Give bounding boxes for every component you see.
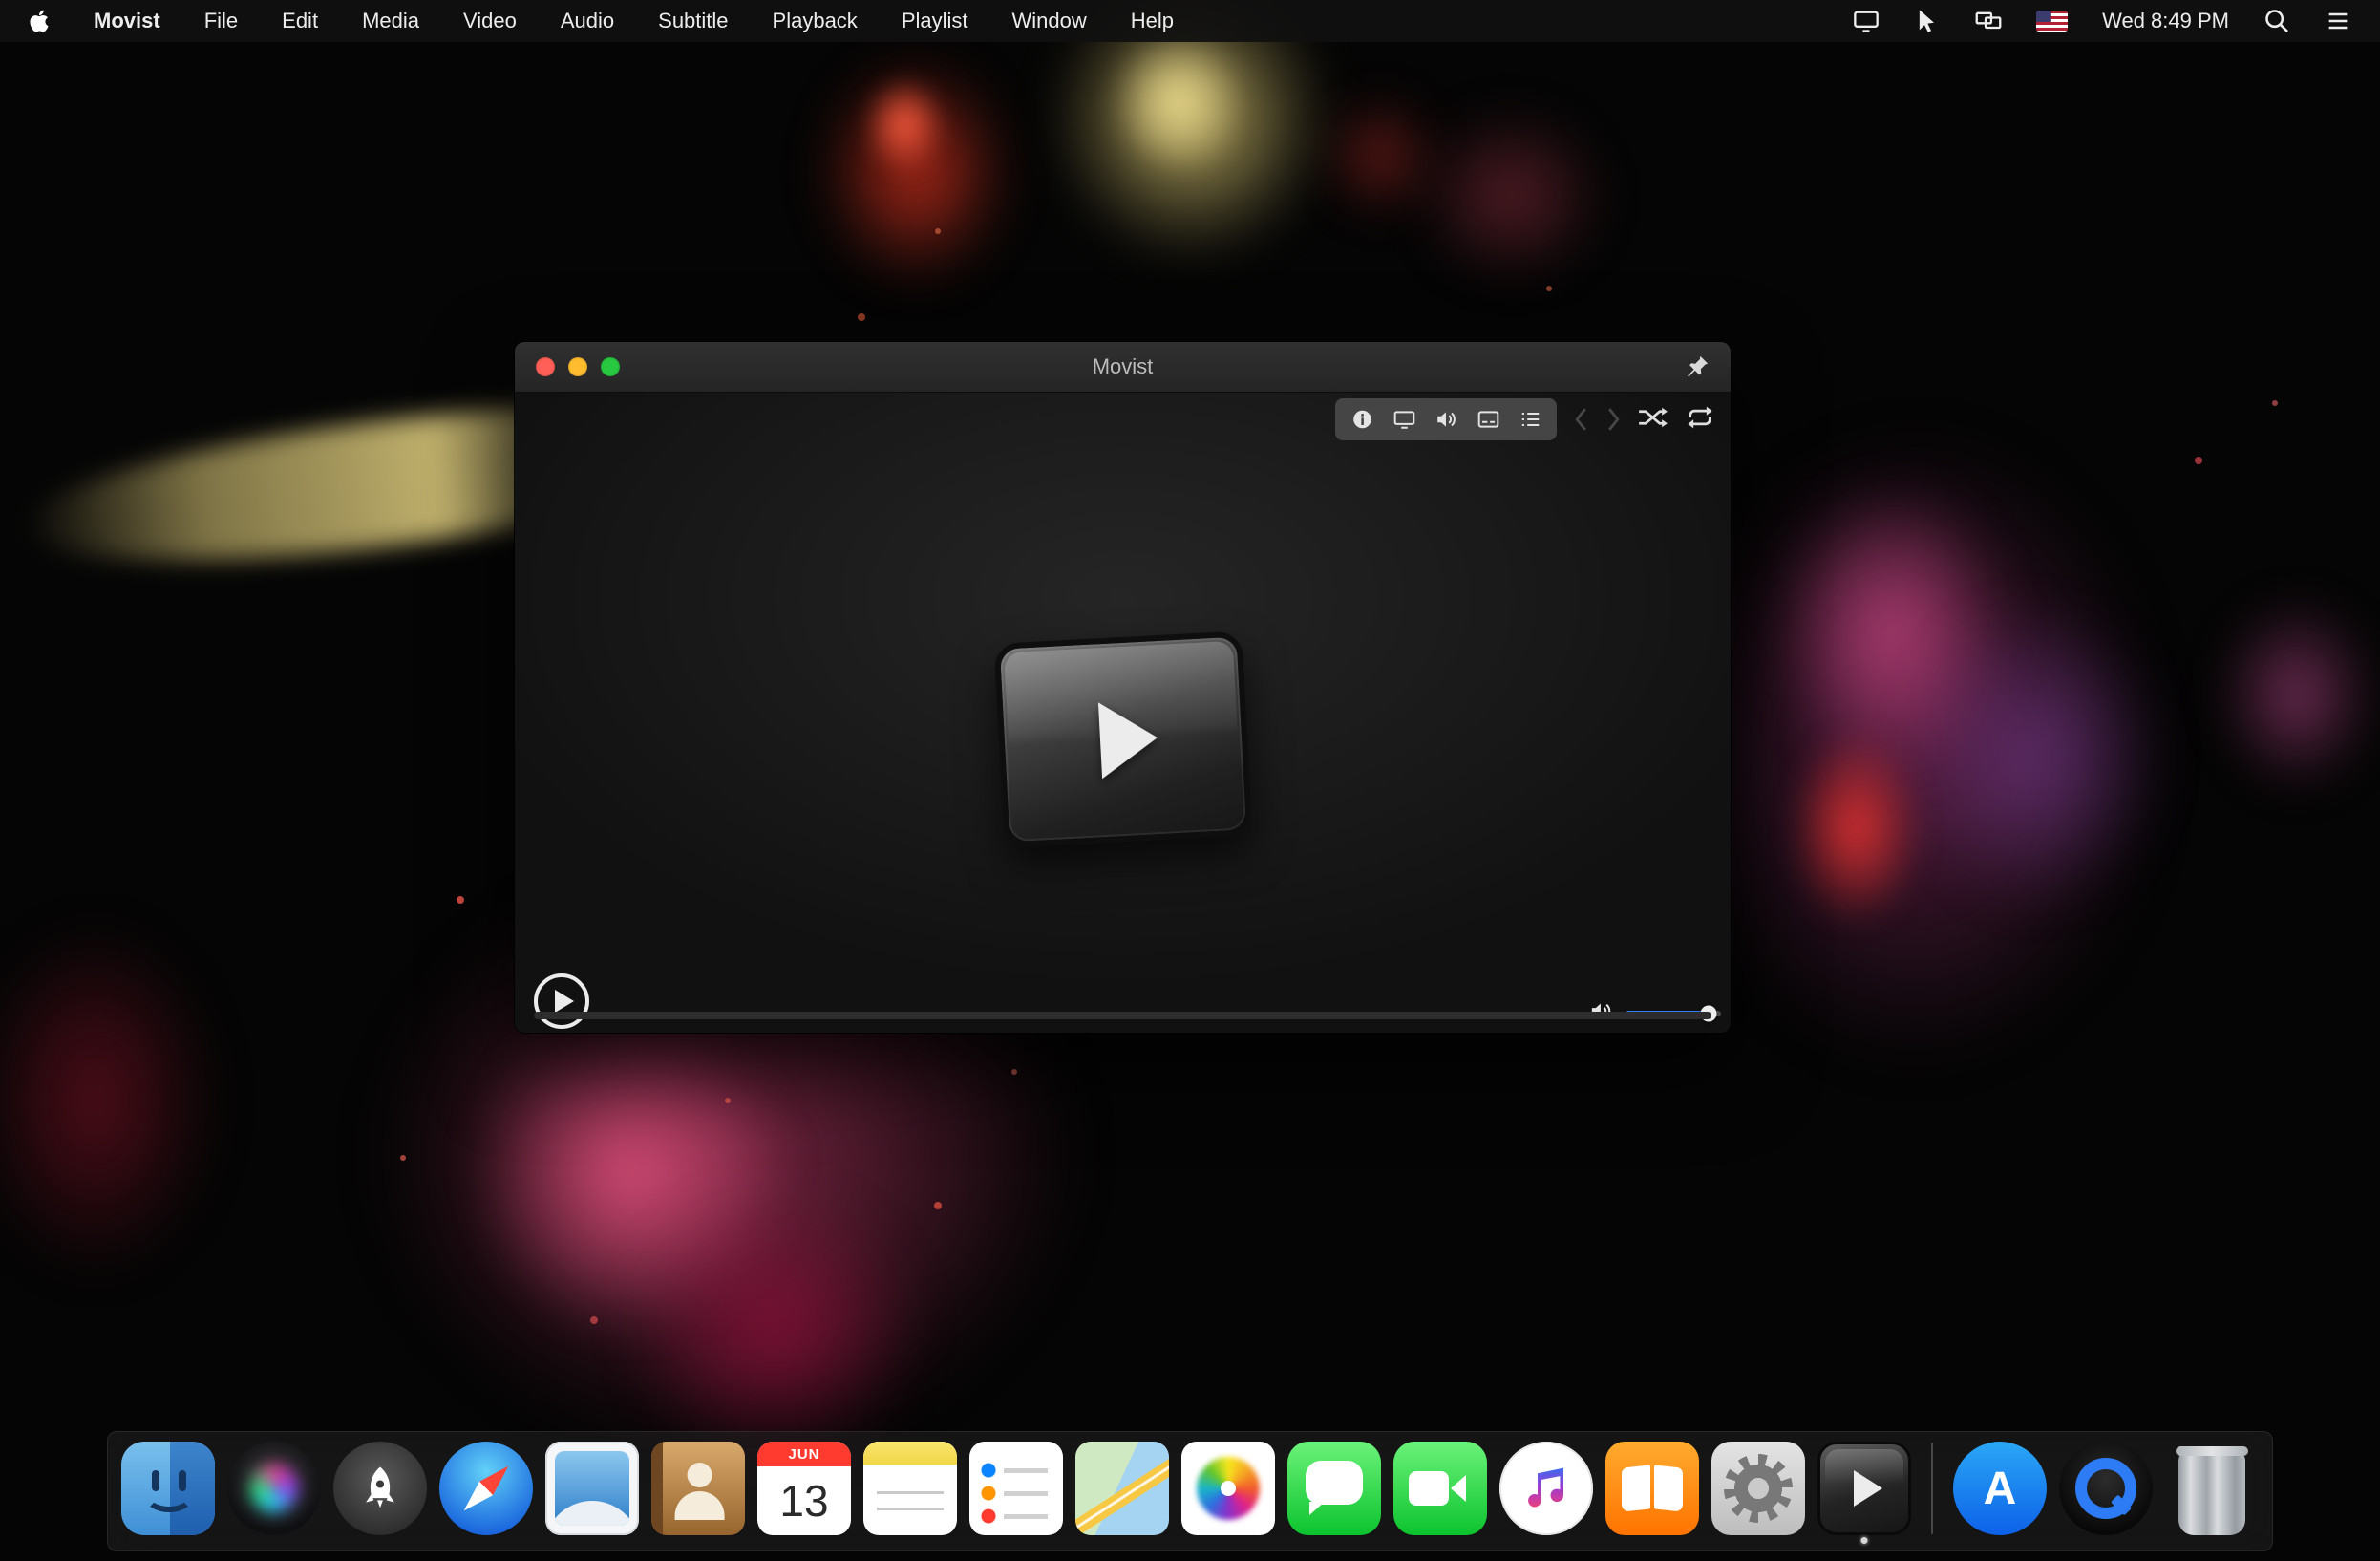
menu-window[interactable]: Window	[1012, 9, 1087, 33]
dock-facetime-icon[interactable]	[1393, 1442, 1487, 1535]
volume-icon[interactable]	[1428, 405, 1464, 434]
mail-stamp	[555, 1451, 629, 1526]
dock-separator	[1931, 1443, 1933, 1534]
dock-system-preferences-icon[interactable]	[1711, 1442, 1805, 1535]
screen-sharing-icon[interactable]	[1853, 8, 1880, 34]
menu-audio[interactable]: Audio	[561, 9, 614, 33]
gear-icon	[1724, 1454, 1793, 1523]
next-icon[interactable]	[1605, 407, 1622, 432]
spotlight-search-icon[interactable]	[2263, 8, 2290, 34]
dock-safari-icon[interactable]	[439, 1442, 533, 1535]
menu-media[interactable]: Media	[362, 9, 419, 33]
menu-bar-status-area: Wed 8:49 PM	[1853, 8, 2351, 34]
dock-finder-icon[interactable]	[121, 1442, 215, 1535]
dock-movist-icon[interactable]	[1817, 1442, 1911, 1544]
menu-video[interactable]: Video	[463, 9, 517, 33]
finder-face	[144, 1480, 194, 1512]
dock: JUN 13 A	[107, 1431, 2273, 1551]
shuffle-icon[interactable]	[1638, 406, 1668, 434]
app-store-letter: A	[1983, 1463, 2017, 1514]
previous-icon[interactable]	[1573, 407, 1589, 432]
quicktime-q-glyph	[2075, 1458, 2136, 1519]
menu-help[interactable]: Help	[1131, 9, 1174, 33]
dock-itunes-icon[interactable]	[1499, 1442, 1593, 1535]
rocket-icon	[366, 1466, 394, 1508]
pin-icon[interactable]	[1685, 354, 1710, 379]
play-triangle-icon	[554, 990, 574, 1013]
menu-app-name[interactable]: Movist	[94, 9, 160, 33]
running-indicator	[1860, 1537, 1868, 1544]
cursor-icon[interactable]	[1914, 8, 1941, 34]
notification-center-icon[interactable]	[2325, 8, 2351, 34]
movist-logo-placeholder	[993, 631, 1252, 848]
menu-subtitle[interactable]: Subtitle	[658, 9, 728, 33]
video-area[interactable]	[515, 393, 1731, 1033]
us-flag-icon[interactable]	[2036, 11, 2069, 32]
open-book-glyph	[1622, 1466, 1683, 1510]
dock-trash-icon[interactable]	[2165, 1442, 2259, 1535]
dock-photos-icon[interactable]	[1181, 1442, 1275, 1535]
dock-quicktime-icon[interactable]	[2059, 1442, 2153, 1535]
menu-playback[interactable]: Playback	[773, 9, 858, 33]
compass-needle	[457, 1460, 516, 1518]
info-icon[interactable]	[1344, 405, 1380, 434]
dock-calendar-icon[interactable]: JUN 13	[757, 1442, 851, 1535]
menu-file[interactable]: File	[204, 9, 238, 33]
play-button[interactable]	[534, 973, 589, 1029]
camera-glyph	[1409, 1471, 1466, 1506]
maps-road	[1075, 1453, 1169, 1535]
menu-edit[interactable]: Edit	[282, 9, 318, 33]
subtitle-icon[interactable]	[1470, 405, 1506, 434]
calendar-day: 13	[779, 1476, 829, 1526]
calendar-month: JUN	[757, 1442, 851, 1466]
music-note-icon	[1528, 1467, 1563, 1508]
apple-menu-icon[interactable]	[29, 9, 50, 33]
dock-messages-icon[interactable]	[1287, 1442, 1381, 1535]
contact-silhouette	[674, 1463, 725, 1520]
dock-siri-icon[interactable]	[227, 1442, 321, 1535]
display-icon[interactable]	[1386, 405, 1422, 434]
movist-window: Movist	[515, 342, 1731, 1033]
trash-bin	[2176, 1446, 2248, 1535]
playlist-icon[interactable]	[1512, 405, 1548, 434]
dock-app-store-icon[interactable]: A	[1953, 1442, 2047, 1535]
repeat-icon[interactable]	[1685, 406, 1715, 434]
speech-bubble	[1306, 1461, 1363, 1515]
dock-launchpad-icon[interactable]	[333, 1442, 427, 1535]
dock-contacts-icon[interactable]	[651, 1442, 745, 1535]
displays-icon[interactable]	[1975, 8, 2002, 34]
menu-bar: Movist File Edit Media Video Audio Subti…	[0, 0, 2380, 42]
hud-toolbar	[1335, 398, 1557, 440]
dock-reminders-icon[interactable]	[969, 1442, 1063, 1535]
dock-maps-icon[interactable]	[1075, 1442, 1169, 1535]
desktop[interactable]: Movist File Edit Media Video Audio Subti…	[0, 0, 2380, 1561]
play-glyph	[1097, 699, 1159, 780]
window-title: Movist	[1092, 354, 1154, 378]
dock-mail-icon[interactable]	[545, 1442, 639, 1535]
movist-play-glyph	[1854, 1470, 1882, 1507]
menu-bar-clock[interactable]: Wed 8:49 PM	[2102, 9, 2229, 33]
seek-bar[interactable]	[534, 1012, 1711, 1019]
menu-playlist[interactable]: Playlist	[902, 9, 968, 33]
window-title-bar[interactable]: Movist	[515, 342, 1731, 393]
siri-wave	[250, 1465, 298, 1512]
dock-notes-icon[interactable]	[863, 1442, 957, 1535]
hud-controls	[1335, 398, 1715, 440]
photos-flower	[1197, 1457, 1260, 1520]
dock-ibooks-icon[interactable]	[1605, 1442, 1699, 1535]
